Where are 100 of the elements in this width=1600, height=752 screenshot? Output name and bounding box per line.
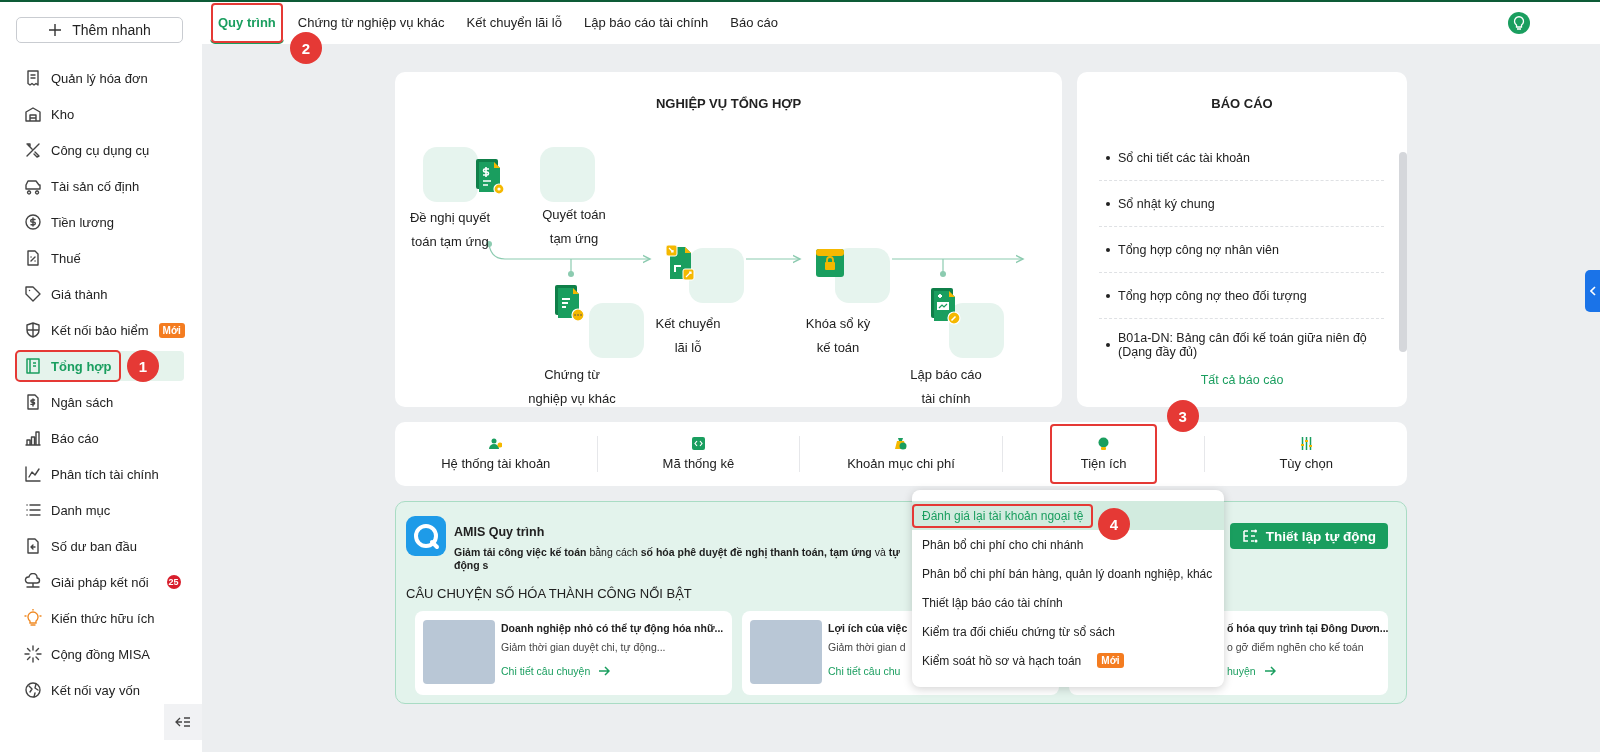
lightbulb-icon xyxy=(1097,437,1111,450)
sidebar-item[interactable]: Công cụ dụng cụ xyxy=(16,135,194,165)
list-icon xyxy=(24,501,42,519)
toolbar-item[interactable]: Hệ thống tài khoản xyxy=(425,429,567,479)
tab[interactable]: Báo cáo xyxy=(722,2,786,44)
tab[interactable]: Kết chuyển lãi lỗ xyxy=(458,2,570,44)
report-link[interactable]: Sổ nhật ký chung xyxy=(1099,181,1384,227)
step-tile[interactable] xyxy=(540,147,595,202)
sidebar-item[interactable]: Kho xyxy=(16,99,194,129)
step-number-badge: 2 xyxy=(290,32,322,64)
document-arrow-icon xyxy=(24,537,42,555)
bullet-icon xyxy=(1106,343,1110,347)
step-tile[interactable] xyxy=(689,248,744,303)
step-tile[interactable] xyxy=(835,248,890,303)
step-tile[interactable] xyxy=(589,303,644,358)
step-tile[interactable] xyxy=(423,147,478,202)
transfer-document-icon xyxy=(665,244,695,281)
toolbar-item[interactable]: Tiện ích xyxy=(1050,425,1157,483)
chat-logo-icon xyxy=(406,516,446,556)
bullet-icon xyxy=(1106,201,1110,206)
sidebar-item[interactable]: Thuế xyxy=(16,243,194,273)
branch-connector xyxy=(568,258,574,277)
warehouse-icon xyxy=(24,105,42,123)
toolbar-item[interactable]: Khoản mục chi phí xyxy=(831,429,971,479)
story-card[interactable]: Doanh nghiệp nhỏ có thể tự động hóa nhữ... Giảm thời gian duyệt chi, tự động... Chi tiết câu chuyện xyxy=(415,611,732,695)
branch-connector xyxy=(940,258,946,277)
sidebar-item[interactable]: Giá thành xyxy=(16,279,194,309)
code-icon xyxy=(691,437,705,450)
report-link[interactable]: Tổng hợp công nợ theo đối tượng xyxy=(1099,273,1384,319)
car-icon xyxy=(24,177,42,195)
section-heading: CÂU CHUYỆN SỐ HÓA THÀNH CÔNG NỔI BẬT xyxy=(406,586,693,601)
menu-item[interactable]: Phân bổ chi phí bán hàng, quản lý doanh nghiệp, khác xyxy=(912,559,1224,588)
users-icon xyxy=(489,437,503,450)
all-reports-link[interactable]: Tất cả báo cáo xyxy=(1099,373,1385,387)
lock-icon xyxy=(816,249,844,277)
bullet-icon xyxy=(1106,247,1110,252)
collapse-sidebar-button[interactable] xyxy=(164,704,202,740)
story-title: Lợi ích của việc xyxy=(828,622,908,634)
sidebar-item[interactable]: Kết nối vay vốn xyxy=(16,675,194,705)
tag-icon xyxy=(24,285,42,303)
new-badge: Mới xyxy=(158,322,185,338)
step-number-badge: 3 xyxy=(1166,400,1199,432)
sidebar-item[interactable]: Ngân sách xyxy=(16,387,194,417)
report-link[interactable]: B01a-DN: Bảng cân đối kế toán giữa niên độ (Dạng đầy đủ) xyxy=(1099,319,1384,371)
scrollbar[interactable] xyxy=(1399,152,1407,352)
story-link[interactable]: huyện xyxy=(1227,665,1389,677)
story-link[interactable]: Chi tiết câu chuyện xyxy=(501,665,724,677)
tools-icon xyxy=(24,141,42,159)
story-summary: o gỡ điểm nghẽn cho kế toán xyxy=(1227,641,1365,653)
sidebar-item[interactable]: Báo cáo xyxy=(16,423,194,453)
tab[interactable]: Quy trình xyxy=(210,2,284,44)
sparkle-icon xyxy=(24,645,42,663)
lightbulb-icon xyxy=(1513,16,1525,30)
connector-arrow xyxy=(745,254,801,264)
promo-description: Giảm tải công việc kế toán bằng cách số hóa phê duyệt đề nghị thanh toán, tạm ứng và tự động s xyxy=(454,546,901,572)
dollar-document-icon xyxy=(24,393,42,411)
step-label[interactable]: Chứng từ nghiệp vụ khác xyxy=(502,363,642,411)
shield-icon xyxy=(24,321,42,339)
cloud-icon xyxy=(24,573,42,591)
tab[interactable]: Lập báo cáo tài chính xyxy=(575,2,717,44)
coin-bag-icon xyxy=(894,437,908,450)
toolbar-item[interactable]: Tùy chọn xyxy=(1263,429,1349,479)
step-label[interactable]: Kết chuyển lãi lỗ xyxy=(618,312,758,360)
receipt-icon xyxy=(24,69,42,87)
story-title: ố hóa quy trình tại Đông Dươn... xyxy=(1227,622,1389,634)
sidebar-item[interactable]: Kết nối bảo hiểm Mới xyxy=(16,315,194,345)
step-label[interactable]: Lập báo cáo tài chính xyxy=(876,363,1016,411)
dollar-document-icon xyxy=(474,159,505,195)
sidebar-item[interactable]: Giải pháp kết nối 25 xyxy=(16,567,194,597)
sidebar-item[interactable]: Kiến thức hữu ích xyxy=(16,603,194,633)
tips-button[interactable] xyxy=(1508,12,1530,34)
sidebar-item[interactable]: Tài sản cố định xyxy=(16,171,194,201)
step-tile[interactable] xyxy=(949,303,1004,358)
toolbar-item[interactable]: Mã thống kê xyxy=(646,429,751,479)
step-number-badge: 4 xyxy=(1098,508,1130,540)
story-title: Doanh nghiệp nhỏ có thể tự động hóa nhữ... xyxy=(501,622,724,634)
book-icon xyxy=(24,357,42,375)
sidebar-item[interactable]: Danh mục xyxy=(16,495,194,525)
sidebar-item[interactable]: Phân tích tài chính xyxy=(16,459,194,489)
step-label[interactable]: Khóa sổ kỳ kế toán xyxy=(768,312,908,360)
sidebar-item[interactable]: Quản lý hóa đơn xyxy=(16,63,194,93)
promo-title: AMIS Quy trình xyxy=(454,525,545,539)
card-title: NGHIỆP VỤ TỔNG HỢP xyxy=(655,95,802,111)
report-link[interactable]: Tổng hợp công nợ nhân viên xyxy=(1099,227,1384,273)
count-badge: 25 xyxy=(166,575,181,589)
card-title: BÁO CÁO xyxy=(1211,95,1273,111)
report-link[interactable]: Sổ chi tiết các tài khoản xyxy=(1099,135,1384,181)
quick-add-button[interactable]: Thêm nhanh xyxy=(16,17,183,43)
sidebar-item[interactable]: Cộng đồng MISA xyxy=(16,639,194,669)
story-link[interactable]: Chi tiết câu chu xyxy=(828,665,908,677)
new-badge: Mới xyxy=(1097,653,1124,668)
sidebar-item[interactable]: Tiền lương xyxy=(16,207,194,237)
bullet-icon xyxy=(1106,155,1110,160)
plus-icon xyxy=(48,23,63,37)
dollar-circle-icon xyxy=(24,213,42,231)
collapse-icon xyxy=(175,716,191,728)
expand-panel-button[interactable] xyxy=(1585,270,1600,312)
globe-icon xyxy=(24,681,42,699)
sidebar-item[interactable]: Số dư ban đầu xyxy=(16,531,194,561)
story-summary: Giảm thời gian duyệt chi, tự động... xyxy=(501,641,667,653)
